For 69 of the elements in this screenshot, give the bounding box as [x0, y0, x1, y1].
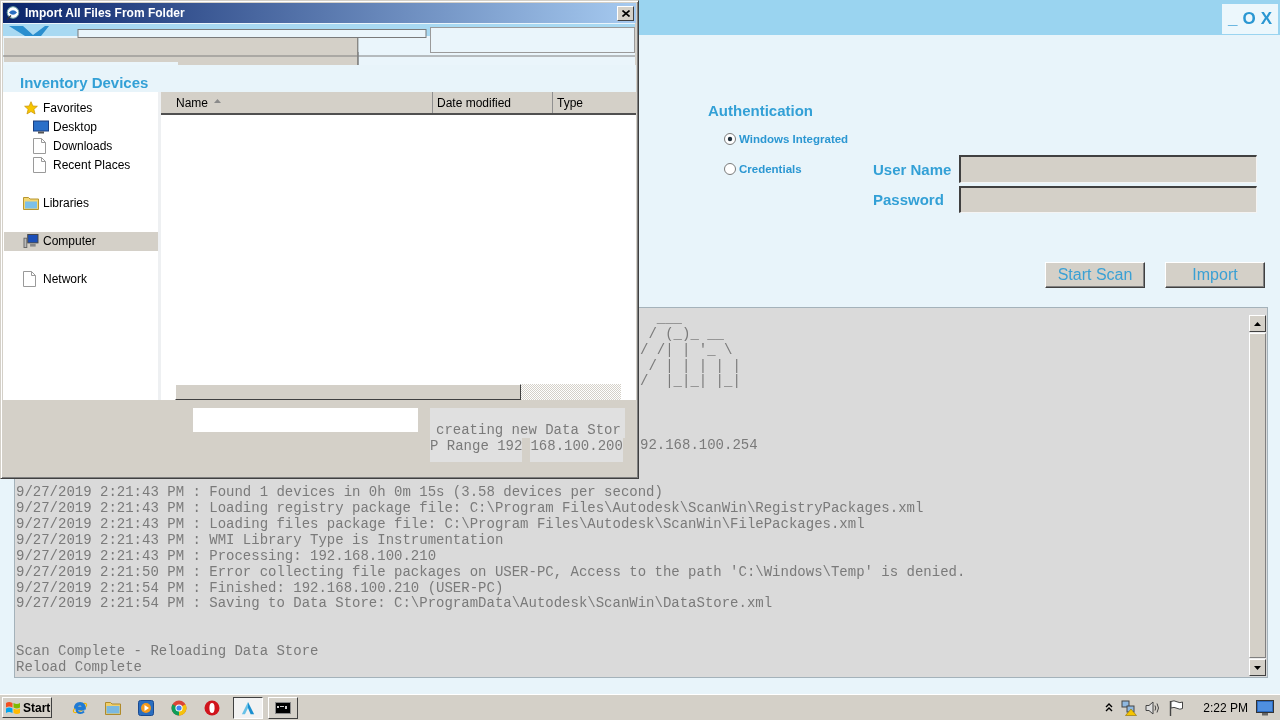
- library-folder-icon: [23, 196, 39, 210]
- column-header[interactable]: Date modified: [433, 92, 553, 113]
- network-icon[interactable]: [1121, 699, 1138, 716]
- close-button[interactable]: [617, 5, 634, 21]
- dialog-title: Import All Files From Folder: [25, 6, 186, 20]
- input-field[interactable]: [193, 408, 418, 432]
- letter-o-icon[interactable]: [204, 699, 220, 716]
- nav-item[interactable]: Computer: [4, 231, 158, 251]
- field-label: Password: [873, 191, 944, 208]
- log-line: 9/27/2019 2:21:43 PM : Processing: 192.168.100.210: [16, 548, 437, 565]
- sort-caret-icon: [214, 98, 221, 103]
- log-line: 9/27/2019 2:21:43 PM : WMI Library Type is Instrumentation: [16, 533, 504, 549]
- play-button-icon[interactable]: [138, 699, 154, 716]
- log-line: 9/27/2019 2:21:43 PM : Found 1 devices in 0h 0m 15s (3.58 devices per second): [16, 485, 663, 501]
- log-line: / (_)_ __: [647, 326, 724, 343]
- log-line: / | | | | |: [647, 358, 741, 374]
- log-line: 92.168.100.254: [640, 437, 758, 454]
- column-header[interactable]: Name: [161, 92, 433, 113]
- log-fragment: creating new Data Stor: [430, 408, 625, 438]
- log-line: Scan Complete - Reloading Data Store: [16, 644, 319, 660]
- page-icon: [33, 138, 46, 154]
- down-arrow-icon: [1254, 665, 1261, 670]
- log-fragment: P Range 192: [430, 438, 523, 462]
- user-name-field[interactable]: [959, 155, 1257, 183]
- chevron-up-icon[interactable]: [1105, 703, 1114, 712]
- nav-item[interactable]: Desktop: [4, 117, 158, 137]
- page-icon: [33, 157, 46, 173]
- computer-icon: [23, 234, 39, 248]
- log-fragment: 168.100.200: [530, 438, 623, 462]
- log-line: ___: [655, 311, 682, 327]
- scroll-up-button[interactable]: [1249, 315, 1266, 332]
- app-heading: Inventory Devices: [20, 74, 149, 92]
- ring-logo-icon[interactable]: [171, 699, 187, 716]
- nav-item[interactable]: Favorites: [4, 98, 158, 118]
- console-icon: [275, 700, 291, 715]
- log-line: 9/27/2019 2:21:43 PM : Loading files package file: C:\Program Files\Autodesk\ScanWin\FilePackages.xml: [16, 517, 865, 533]
- desktop-icon: [33, 120, 49, 134]
- star-icon: [23, 101, 39, 115]
- scroll-down-button[interactable]: [1249, 659, 1266, 676]
- up-arrow-icon: [1254, 321, 1261, 326]
- horizontal-scrollbar[interactable]: [175, 384, 621, 400]
- flag-logo-icon: [5, 699, 21, 716]
- field-label: User Name: [873, 160, 952, 178]
- monitor-icon[interactable]: [1256, 699, 1274, 716]
- nav-item[interactable]: Recent Places: [4, 155, 158, 175]
- section-heading: Authentication: [708, 102, 813, 120]
- log-line: 9/27/2019 2:21:50 PM : Error collecting file packages on USER-PC, Access to the path 'C:\Windows\Temp' is denied.: [16, 564, 966, 581]
- nav-item[interactable]: Network: [4, 269, 158, 289]
- triangle-logo-icon: [240, 700, 256, 715]
- log-line: / /| | '_ \: [640, 342, 733, 359]
- close-icon: [621, 9, 630, 17]
- log-line: Reload Complete: [16, 659, 143, 676]
- log-line: 9/27/2019 2:21:54 PM : Saving to Data Store: C:\ProgramData\Autodesk\ScanWin\DataStore.xml: [16, 596, 773, 613]
- nav-item[interactable]: Libraries: [4, 193, 158, 213]
- taskbar-button[interactable]: [233, 696, 263, 719]
- log-line: / |_|_| |_|: [640, 374, 741, 391]
- column-header[interactable]: Type: [553, 92, 636, 113]
- page-icon: [23, 271, 36, 287]
- scrollbar-thumb[interactable]: [175, 384, 521, 400]
- start-button[interactable]: Start: [2, 697, 52, 718]
- letter-e-icon[interactable]: [72, 699, 88, 716]
- clock: 2:22 PM: [1203, 700, 1248, 715]
- app-icon: [6, 6, 20, 20]
- log-line: 9/27/2019 2:21:54 PM : Finished: 192.168.100.210 (USER-PC): [16, 580, 504, 596]
- log-line: 9/27/2019 2:21:43 PM : Loading registry package file: C:\Program Files\Autodesk\ScanWin\RegistryPackages.xml: [16, 501, 924, 517]
- speaker-icon[interactable]: [1145, 699, 1162, 716]
- password-field[interactable]: [959, 186, 1257, 213]
- flag-icon[interactable]: [1169, 699, 1184, 716]
- nav-item[interactable]: Downloads: [4, 136, 158, 156]
